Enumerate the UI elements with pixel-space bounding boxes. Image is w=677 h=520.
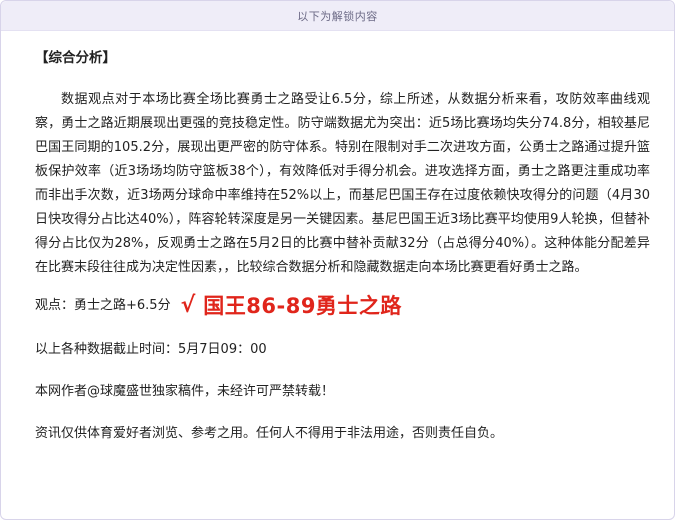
predicted-score: 国王86-89勇士之路 (203, 294, 402, 318)
section-title: 【综合分析】 (35, 50, 116, 66)
analysis-paragraph: 数据观点对于本场比赛全场比赛勇士之路受让6.5分，综上所述，从数据分析来看，攻防… (35, 92, 650, 275)
unlock-banner: 以下为解锁内容 (1, 1, 674, 31)
viewpoint-label: 观点：勇士之路+6.5分 (35, 298, 171, 313)
check-mark-icon: √ (180, 293, 196, 318)
viewpoint-row: 观点：勇士之路+6.5分 √ 国王86-89勇士之路 (35, 290, 650, 322)
data-cutoff-time: 以上各种数据截止时间：5月7日09：00 (35, 342, 267, 357)
disclaimer-text: 资讯仅供体育爱好者浏览、参考之用。任何人不得用于非法用途，否则责任自负。 (35, 426, 504, 441)
article-content: 【综合分析】 数据观点对于本场比赛全场比赛勇士之路受让6.5分，综上所述，从数据… (35, 46, 650, 446)
copyright-notice: 本网作者@球魔盛世独家稿件，未经许可严禁转载！ (35, 384, 335, 399)
unlock-banner-text: 以下为解锁内容 (297, 9, 378, 23)
